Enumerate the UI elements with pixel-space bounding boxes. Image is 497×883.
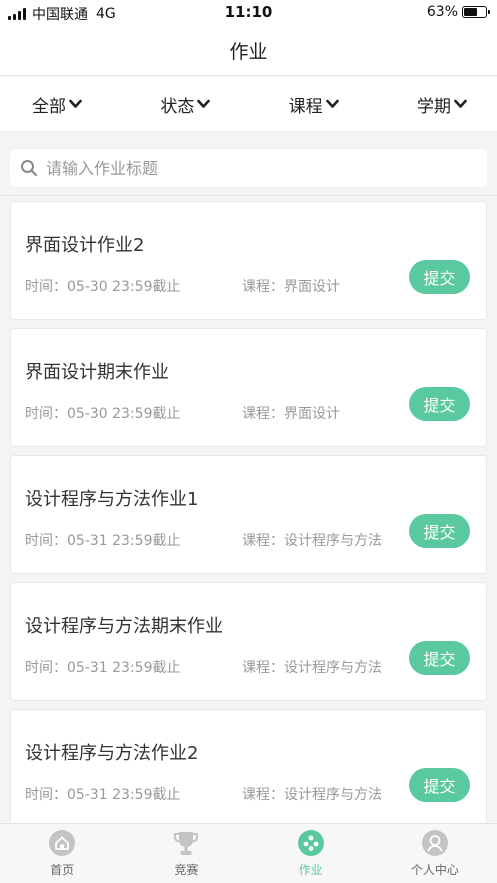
assignment-deadline: 时间：05-30 23:59截止: [25, 406, 181, 422]
tab-competition[interactable]: 竞赛: [124, 824, 248, 883]
assignment-course: 课程：设计程序与方法: [242, 660, 382, 676]
assignment-title: 界面设计期末作业: [25, 362, 169, 383]
filter-label: 状态: [160, 96, 195, 117]
tab-assignment[interactable]: 作业: [249, 824, 373, 883]
filter-course[interactable]: 课程: [289, 92, 339, 117]
submit-button[interactable]: 提交: [409, 514, 470, 548]
nav-bar: 作业: [0, 26, 497, 76]
search-input[interactable]: [46, 158, 446, 178]
assignment-card[interactable]: 设计程序与方法期末作业 时间：05-31 23:59截止 课程：设计程序与方法 …: [10, 582, 487, 701]
filter-status[interactable]: 状态: [160, 92, 211, 117]
assignment-icon: [297, 830, 324, 856]
filter-label: 课程: [288, 96, 323, 117]
filter-semester[interactable]: 学期: [417, 92, 467, 117]
filter-label: 全部: [32, 96, 66, 117]
screen: 中国联通 4G 11:10 63% 作业 全部 状态 课程 学期 请输入作业标题…: [0, 0, 497, 883]
battery-fill: [464, 8, 478, 16]
assignment-title: 设计程序与方法作业1: [25, 489, 199, 510]
assignment-deadline: 时间：05-31 23:59截止: [25, 660, 181, 676]
chevron-down-icon: [197, 99, 211, 108]
tab-label: 首页: [50, 863, 75, 877]
chevron-down-icon: [454, 99, 467, 108]
page-title: 作业: [229, 41, 268, 63]
tab-label: 个人中心: [410, 863, 459, 877]
assignment-card[interactable]: 设计程序与方法作业1 时间：05-31 23:59截止 课程：设计程序与方法 提…: [10, 455, 487, 574]
tab-bar: 首页 竞赛 作业 个人中心: [0, 823, 497, 883]
filter-all[interactable]: 全部: [32, 92, 82, 117]
trophy-icon: [174, 832, 199, 855]
status-time: 11:10: [224, 3, 273, 21]
assignment-course: 课程：设计程序与方法: [242, 787, 382, 803]
tab-label: 作业: [298, 863, 323, 877]
chevron-down-icon: [325, 99, 339, 108]
filter-bar: 全部 状态 课程 学期: [0, 77, 497, 131]
assignment-title: 界面设计作业2: [25, 235, 145, 256]
chevron-down-icon: [69, 99, 82, 108]
home-icon: [49, 830, 76, 856]
assignment-card[interactable]: 界面设计作业2 时间：05-30 23:59截止 课程：界面设计 提交: [10, 201, 487, 320]
status-bar: 中国联通 4G 11:10 63%: [0, 0, 497, 26]
status-right: 63%: [426, 4, 490, 20]
assignment-deadline: 时间：05-30 23:59截止: [25, 279, 181, 295]
profile-icon: [421, 830, 448, 856]
filter-label: 学期: [416, 96, 451, 117]
assignment-title: 设计程序与方法期末作业: [25, 616, 223, 637]
assignment-card[interactable]: 设计程序与方法作业2 时间：05-31 23:59截止 课程：设计程序与方法 提…: [10, 709, 487, 828]
assignment-card[interactable]: 界面设计期末作业 时间：05-30 23:59截止 课程：界面设计 提交: [10, 328, 487, 447]
assignment-course: 课程：界面设计: [242, 406, 340, 422]
battery-percent: 63%: [426, 4, 458, 20]
search-bar: [10, 149, 487, 187]
submit-button[interactable]: 提交: [409, 260, 470, 294]
assignment-deadline: 时间：05-31 23:59截止: [25, 533, 181, 549]
battery-icon: [462, 6, 490, 18]
submit-button[interactable]: 提交: [409, 387, 470, 421]
assignment-list: 界面设计作业2 时间：05-30 23:59截止 课程：界面设计 提交 界面设计…: [10, 201, 487, 836]
search-icon: [21, 160, 38, 177]
divider: [0, 195, 497, 196]
submit-button[interactable]: 提交: [409, 641, 470, 675]
assignment-course: 课程：界面设计: [242, 279, 340, 295]
assignment-title: 设计程序与方法作业2: [25, 743, 199, 764]
assignment-deadline: 时间：05-31 23:59截止: [25, 787, 181, 803]
assignment-course: 课程：设计程序与方法: [242, 533, 382, 549]
tab-profile[interactable]: 个人中心: [373, 824, 497, 883]
submit-button[interactable]: 提交: [409, 768, 470, 802]
tab-home[interactable]: 首页: [0, 824, 124, 883]
tab-label: 竞赛: [174, 863, 199, 877]
